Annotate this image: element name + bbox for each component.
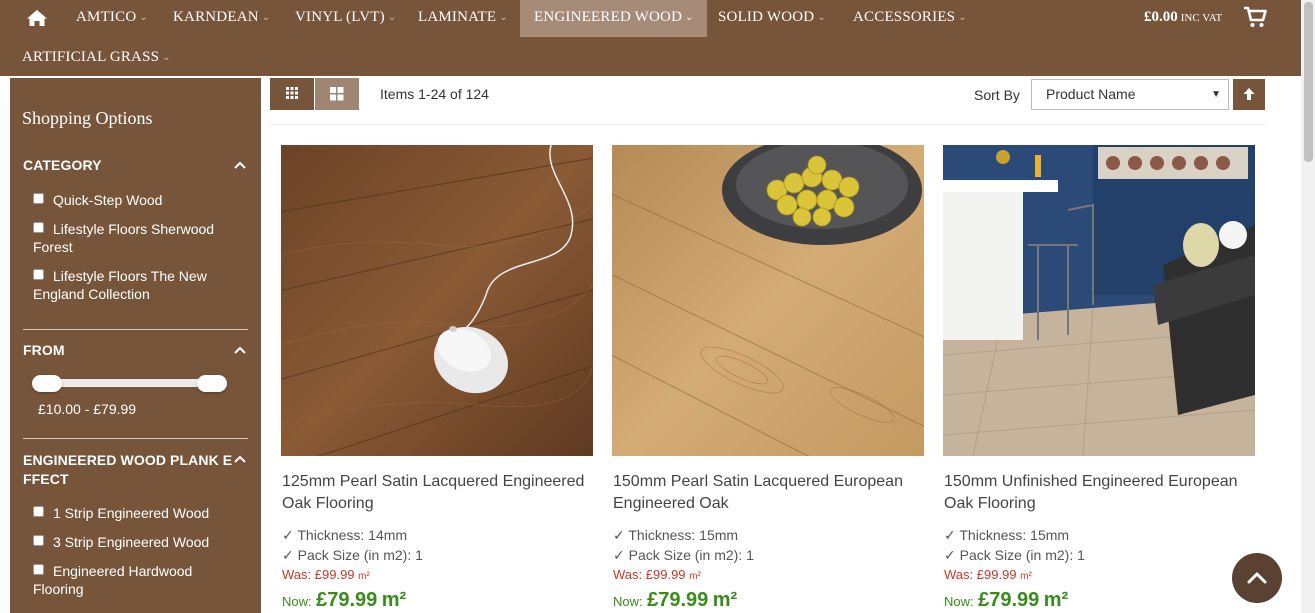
- divider: [23, 438, 248, 439]
- product-was-price: Was: £99.99 m²: [944, 567, 1032, 582]
- product-was-price: Was: £99.99 m²: [282, 567, 370, 582]
- items-count: Items 1-24 of 124: [380, 86, 489, 102]
- cart-icon[interactable]: [1243, 6, 1267, 28]
- checkbox[interactable]: [33, 564, 44, 575]
- grid-icon: [286, 87, 298, 99]
- product-name-link[interactable]: 125mm Pearl Satin Lacquered Engineered O…: [282, 471, 594, 515]
- filter-option-sherwood-forest[interactable]: Lifestyle Floors Sherwood Forest: [33, 220, 243, 256]
- chevron-down-icon: ⌄: [139, 12, 148, 23]
- sidebar-title: Shopping Options: [22, 108, 153, 128]
- main-navigation: AMTICO ⌄ KARNDEAN ⌄ VINYL (LVT) ⌄ LAMINATE ⌄…: [0, 0, 1315, 76]
- price-slider-max-handle[interactable]: [197, 375, 227, 392]
- chevron-down-icon: ⌄: [162, 52, 171, 63]
- sort-by-value: Product Name: [1046, 86, 1136, 102]
- product-pack-size: ✓ Pack Size (in m2): 1: [613, 547, 754, 563]
- filter-option-1-strip[interactable]: 1 Strip Engineered Wood: [33, 504, 243, 522]
- dropdown-arrow-icon: ▼: [1211, 89, 1221, 100]
- product-card: 150mm Pearl Satin Lacquered European Eng…: [612, 145, 924, 611]
- product-now-price: Now: £79.99 m²: [613, 589, 738, 611]
- product-now-price: Now: £79.99 m²: [944, 589, 1069, 611]
- chevron-down-icon: ⌄: [499, 12, 508, 23]
- product-image[interactable]: [612, 145, 924, 456]
- price-slider-min-handle[interactable]: [32, 375, 62, 392]
- chevron-down-icon: ⌄: [387, 12, 397, 23]
- nav-item-vinyl-lvt[interactable]: VINYL (LVT) ⌄: [295, 0, 396, 37]
- nav-item-engineered-wood[interactable]: ENGINEERED WOOD ⌄: [520, 0, 707, 37]
- product-card: 150mm Unfinished Engineered European Oak…: [943, 145, 1255, 611]
- chevron-up-icon[interactable]: [233, 160, 247, 170]
- divider: [23, 329, 248, 330]
- filter-option-new-england[interactable]: Lifestyle Floors The New England Collect…: [33, 267, 243, 303]
- cart-amount: £0.00: [1144, 9, 1178, 25]
- sort-direction-button[interactable]: [1233, 79, 1265, 110]
- cart-total[interactable]: £0.00 INC VAT: [1144, 0, 1222, 34]
- sort-by-select[interactable]: Product Name ▼: [1031, 79, 1229, 110]
- product-image[interactable]: [943, 145, 1255, 456]
- filter-option-quick-step-wood[interactable]: Quick-Step Wood: [33, 191, 243, 209]
- grid-mode-button[interactable]: [270, 78, 314, 110]
- checkbox[interactable]: [33, 506, 44, 517]
- nav-item-laminate[interactable]: LAMINATE ⌄: [418, 0, 508, 37]
- product-toolbar: Items 1-24 of 124 Sort By Product Name ▼: [270, 78, 1265, 125]
- chevron-down-icon: ⌄: [261, 12, 271, 23]
- cart-vat-label: INC VAT: [1180, 12, 1223, 24]
- chevron-down-icon: ⌄: [685, 12, 694, 23]
- list-mode-button[interactable]: [315, 78, 359, 110]
- nav-item-solid-wood[interactable]: SOLID WOOD ⌄: [718, 0, 826, 37]
- product-name-link[interactable]: 150mm Unfinished Engineered European Oak…: [944, 471, 1256, 515]
- chevron-down-icon: ⌄: [958, 12, 967, 23]
- product-image[interactable]: [281, 145, 593, 456]
- product-card: 125mm Pearl Satin Lacquered Engineered O…: [281, 145, 593, 611]
- filter-option-hardwood[interactable]: Engineered Hardwood Flooring: [33, 562, 243, 598]
- product-pack-size: ✓ Pack Size (in m2): 1: [944, 547, 1085, 563]
- chevron-up-icon: [1247, 572, 1267, 584]
- home-icon[interactable]: [26, 9, 48, 27]
- checkbox[interactable]: [33, 269, 44, 280]
- filter-heading-category[interactable]: CATEGORY: [23, 157, 102, 173]
- product-thickness: ✓ Thickness: 15mm: [944, 527, 1070, 543]
- shopping-options-sidebar: Shopping Options CATEGORY Quick-Step Woo…: [10, 78, 261, 613]
- page-scrollbar-thumb[interactable]: [1304, 2, 1313, 162]
- chevron-up-icon[interactable]: [233, 345, 247, 355]
- sort-by-label: Sort By: [974, 87, 1020, 103]
- nav-item-amtico[interactable]: AMTICO ⌄: [76, 0, 148, 37]
- product-was-price: Was: £99.99 m²: [613, 567, 701, 582]
- chevron-down-icon: ⌄: [817, 12, 826, 23]
- chevron-up-icon[interactable]: [233, 454, 247, 464]
- product-now-price: Now: £79.99 m²: [282, 589, 407, 611]
- checkbox[interactable]: [33, 222, 44, 233]
- back-to-top-button[interactable]: [1232, 553, 1282, 603]
- product-thickness: ✓ Thickness: 15mm: [613, 527, 739, 543]
- arrow-up-icon: [1243, 88, 1255, 100]
- price-range-text: £10.00 - £79.99: [38, 401, 137, 417]
- nav-item-accessories[interactable]: ACCESSORIES ⌄: [853, 0, 967, 37]
- product-thickness: ✓ Thickness: 14mm: [282, 527, 408, 543]
- nav-item-karndean[interactable]: KARNDEAN ⌄: [173, 0, 270, 37]
- product-name-link[interactable]: 150mm Pearl Satin Lacquered European Eng…: [613, 471, 925, 515]
- filter-option-3-strip[interactable]: 3 Strip Engineered Wood: [33, 533, 243, 551]
- nav-item-artificial-grass[interactable]: ARTIFICIAL GRASS ⌄: [22, 40, 171, 77]
- list-icon: [330, 87, 344, 101]
- filter-heading-plank-effect[interactable]: ENGINEERED WOOD PLANK E FFECT: [23, 451, 232, 489]
- checkbox[interactable]: [33, 193, 44, 204]
- filter-heading-from[interactable]: FROM: [23, 342, 65, 358]
- checkbox[interactable]: [33, 535, 44, 546]
- product-pack-size: ✓ Pack Size (in m2): 1: [282, 547, 423, 563]
